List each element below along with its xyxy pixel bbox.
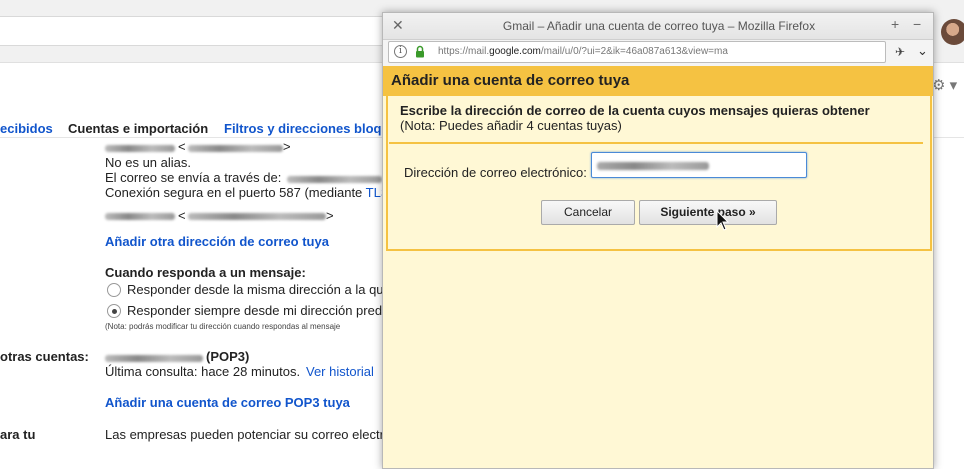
business-label: ara tu <box>0 427 36 442</box>
last-check-text: Última consulta: hace 28 minutos. <box>105 364 301 379</box>
next-step-button[interactable]: Siguiente paso » <box>639 200 777 225</box>
url-domain: google.com <box>489 46 541 57</box>
redacted-email-input <box>597 162 709 170</box>
popup-note: (Nota: Puedes añadir 4 cuentas tuyas) <box>400 118 622 133</box>
reply-same-label: Responder desde la misma dirección a la … <box>127 282 384 297</box>
popup-content: Añadir una cuenta de correo tuya Escribe… <box>383 66 933 468</box>
tab-filters[interactable]: Filtros y direcciones bloq <box>224 121 381 136</box>
redacted-email-2 <box>188 213 326 220</box>
url-bar[interactable]: i https://mail.google.com/mail/u/0/?ui=2… <box>388 41 886 63</box>
sent-via-text: El correo se envía a través de: <box>105 170 282 185</box>
angle-close-2: > <box>326 208 334 223</box>
angle-open: < <box>178 139 186 154</box>
email-label: Dirección de correo electrónico: <box>404 165 587 180</box>
redacted-server <box>287 176 382 183</box>
add-pop3-link[interactable]: Añadir una cuenta de correo POP3 tuya <box>105 395 350 410</box>
angle-close: > <box>283 139 291 154</box>
chevron-down-icon[interactable]: ⌄ <box>917 43 928 59</box>
secure-connection-prefix: Conexión segura en el puerto 587 (median… <box>105 185 366 200</box>
reply-note: (Nota: podrás modificar tu dirección cua… <box>105 322 341 331</box>
popup-window: ✕ Gmail – Añadir una cuenta de correo tu… <box>382 12 934 469</box>
reply-heading: Cuando responda a un mensaje: <box>105 265 306 280</box>
popup-banner: Añadir una cuenta de correo tuya <box>383 66 933 96</box>
pop3-type: (POP3) <box>206 349 250 364</box>
divider <box>389 142 923 144</box>
mouse-cursor-icon <box>716 210 730 231</box>
redacted-name <box>105 145 175 152</box>
url-prefix: https://mail. <box>438 46 490 57</box>
tab-inbox[interactable]: ecibidos <box>0 121 53 136</box>
redacted-pop3-account <box>105 355 203 362</box>
add-other-address-link[interactable]: Añadir otra dirección de correo tuya <box>105 234 329 249</box>
window-titlebar: ✕ Gmail – Añadir una cuenta de correo tu… <box>383 13 933 40</box>
lock-icon <box>416 45 424 58</box>
window-title: Gmail – Añadir una cuenta de correo tuya… <box>502 19 816 33</box>
url-text: https://mail.google.com/mail/u/0/?ui=2&i… <box>438 46 728 57</box>
tab-accounts-import[interactable]: Cuentas e importación <box>68 121 208 136</box>
minimize-icon[interactable]: − <box>913 16 921 32</box>
settings-gear-icon[interactable]: ⚙ ▾ <box>932 76 962 98</box>
search-bar[interactable] <box>0 16 390 46</box>
business-text: Las empresas pueden potenciar su correo … <box>105 427 384 442</box>
popup-description: Escribe la dirección de correo de la cue… <box>400 103 870 118</box>
angle-open-2: < <box>178 208 186 223</box>
radio-reply-same[interactable] <box>107 283 121 297</box>
radio-reply-default[interactable] <box>107 304 121 318</box>
redacted-name-2 <box>105 213 175 220</box>
popup-heading: Añadir una cuenta de correo tuya <box>391 72 630 89</box>
avatar[interactable] <box>941 19 964 45</box>
other-accounts-label: otras cuentas: <box>0 349 89 364</box>
extension-icon[interactable]: ✈ <box>895 45 905 59</box>
reply-default-label: Responder siempre desde mi dirección pre… <box>127 303 383 318</box>
view-history-link[interactable]: Ver historial <box>306 364 374 379</box>
not-alias-text: No es un alias. <box>105 155 191 170</box>
redacted-email <box>188 145 283 152</box>
maximize-icon[interactable]: + <box>891 16 899 32</box>
secure-connection-text: Conexión segura en el puerto 587 (median… <box>105 185 390 200</box>
url-rest: /mail/u/0/?ui=2&ik=46a087a613&view=ma <box>540 46 728 57</box>
info-icon[interactable]: i <box>394 45 407 58</box>
cancel-button[interactable]: Cancelar <box>541 200 635 225</box>
